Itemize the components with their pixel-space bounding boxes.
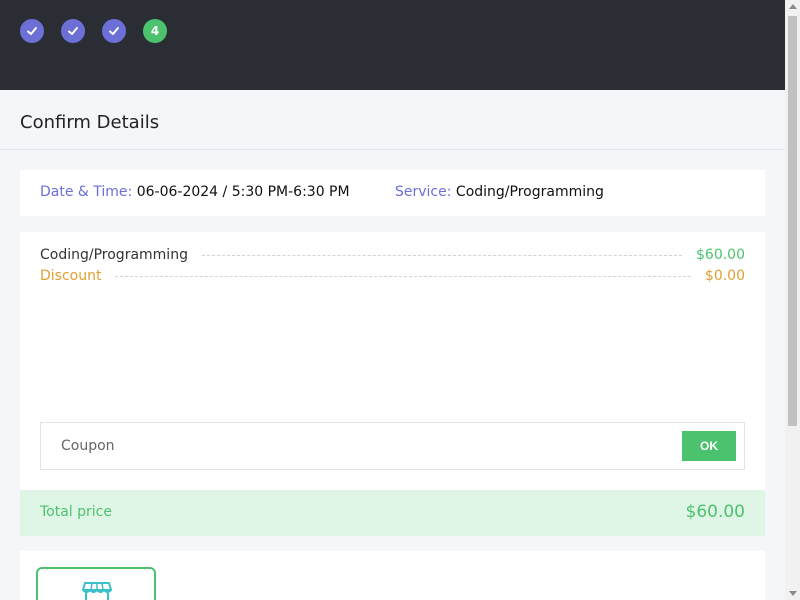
- step-1-complete[interactable]: [20, 19, 44, 43]
- title-bar: Confirm Details: [0, 90, 785, 150]
- step-number: 4: [150, 24, 160, 38]
- discount-value: $0.00: [704, 268, 745, 284]
- coupon-ok-button[interactable]: OK: [682, 431, 736, 461]
- service-line-price: $60.00: [696, 247, 745, 263]
- service-info: Service: Coding/Programming: [395, 184, 604, 200]
- store-icon: [82, 582, 112, 600]
- total-price-bar: Total price $60.00: [20, 490, 765, 536]
- coupon-box: OK: [40, 422, 745, 470]
- datetime-value: 06-06-2024 / 5:30 PM-6:30 PM: [136, 184, 350, 200]
- price-summary-card: Coding/Programming $60.00 Discount $0.00…: [20, 232, 765, 490]
- service-label: Service:: [395, 184, 452, 200]
- check-icon: [27, 27, 37, 35]
- total-price-value: $60.00: [685, 502, 745, 522]
- datetime-label: Date & Time:: [40, 184, 133, 200]
- step-2-complete[interactable]: [61, 19, 85, 43]
- step-3-complete[interactable]: [102, 19, 126, 43]
- scroll-thumb[interactable]: [788, 16, 797, 426]
- dotted-leader: [201, 254, 682, 256]
- scroll-down-arrow-icon[interactable]: [789, 591, 797, 596]
- dotted-leader: [115, 275, 691, 277]
- page-title: Confirm Details: [20, 112, 160, 133]
- payment-options-card: [20, 551, 765, 600]
- check-icon: [109, 27, 119, 35]
- header-bar: 4: [0, 0, 785, 90]
- booking-page: 4 Confirm Details Date & Time: 06-06-202…: [0, 0, 785, 600]
- scroll-up-arrow-icon[interactable]: [789, 4, 797, 9]
- discount-line: Discount $0.00: [40, 266, 745, 286]
- datetime-info: Date & Time: 06-06-2024 / 5:30 PM-6:30 P…: [40, 184, 350, 200]
- step-4-current[interactable]: 4: [143, 19, 167, 43]
- discount-label: Discount: [40, 268, 102, 284]
- coupon-input[interactable]: [42, 424, 672, 468]
- service-line-label: Coding/Programming: [40, 247, 188, 263]
- check-icon: [68, 27, 78, 35]
- service-line: Coding/Programming $60.00: [40, 245, 745, 265]
- vertical-scrollbar[interactable]: [785, 0, 800, 600]
- booking-info-card: Date & Time: 06-06-2024 / 5:30 PM-6:30 P…: [20, 170, 765, 216]
- service-value: Coding/Programming: [455, 184, 604, 200]
- payment-option-store[interactable]: [36, 567, 156, 600]
- total-price-label: Total price: [40, 504, 112, 520]
